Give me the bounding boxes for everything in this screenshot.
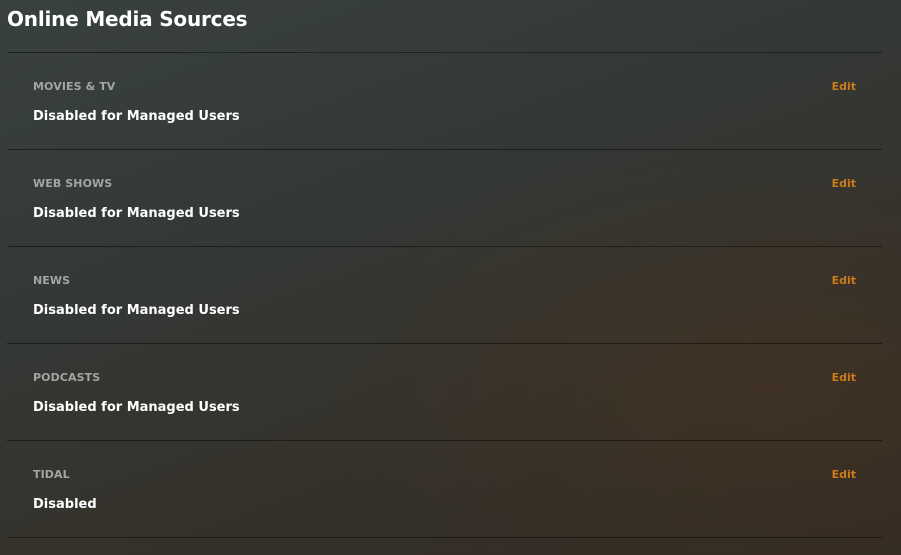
source-status: Disabled for Managed Users xyxy=(33,303,240,318)
source-name: NEWS xyxy=(33,274,71,287)
source-row-tidal: TIDAL Disabled Edit xyxy=(7,440,882,538)
source-status: Disabled for Managed Users xyxy=(33,206,240,221)
source-status: Disabled for Managed Users xyxy=(33,400,240,415)
source-status: Disabled for Managed Users xyxy=(33,109,240,124)
edit-link-podcasts[interactable]: Edit xyxy=(832,371,856,385)
source-name: WEB SHOWS xyxy=(33,177,113,190)
source-name: MOVIES & TV xyxy=(33,80,116,93)
source-name: TIDAL xyxy=(33,468,70,481)
source-row-news: NEWS Disabled for Managed Users Edit xyxy=(7,246,882,343)
media-source-list: MOVIES & TV Disabled for Managed Users E… xyxy=(7,52,882,538)
source-row-movies-tv: MOVIES & TV Disabled for Managed Users E… xyxy=(7,52,882,149)
edit-link-web-shows[interactable]: Edit xyxy=(832,177,856,191)
edit-link-news[interactable]: Edit xyxy=(832,274,856,288)
source-status: Disabled xyxy=(33,497,97,512)
source-row-podcasts: PODCASTS Disabled for Managed Users Edit xyxy=(7,343,882,440)
source-row-web-shows: WEB SHOWS Disabled for Managed Users Edi… xyxy=(7,149,882,246)
edit-link-tidal[interactable]: Edit xyxy=(832,468,856,482)
edit-link-movies-tv[interactable]: Edit xyxy=(832,80,856,94)
source-name: PODCASTS xyxy=(33,371,101,384)
page-title: Online Media Sources xyxy=(7,7,248,31)
